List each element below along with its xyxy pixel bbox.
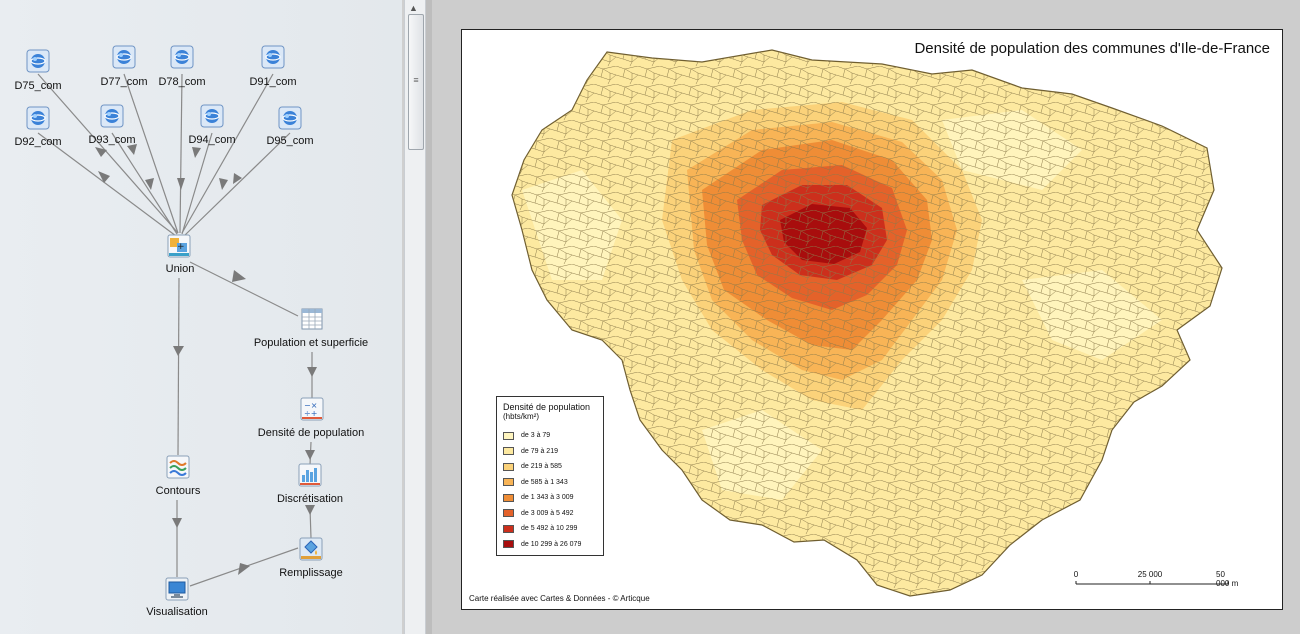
calculator-icon: −×÷+ bbox=[300, 397, 324, 421]
legend-label: de 585 à 1 343 bbox=[521, 478, 568, 486]
monitor-icon bbox=[165, 577, 189, 601]
densite-node[interactable]: −× ÷+ bbox=[300, 397, 324, 421]
scrollbar-thumb[interactable]: ≡ bbox=[408, 14, 424, 150]
legend-label: de 3 009 à 5 492 bbox=[521, 509, 574, 517]
legend-swatch bbox=[503, 447, 514, 456]
population-label: Population et superficie bbox=[253, 337, 369, 349]
legend-item: de 79 à 219 bbox=[503, 444, 597, 460]
d75-node[interactable] bbox=[26, 49, 50, 73]
map-legend: Densité de population (hbts/km²) de 3 à … bbox=[496, 396, 604, 556]
table-icon bbox=[301, 308, 323, 330]
discretisation-node[interactable] bbox=[298, 463, 322, 487]
legend-swatch bbox=[503, 431, 514, 440]
globe-database-icon bbox=[100, 104, 124, 128]
densite-label: Densité de population bbox=[257, 427, 365, 439]
legend-swatch bbox=[503, 462, 514, 471]
legend-item: de 3 009 à 5 492 bbox=[503, 506, 597, 522]
workflow-scrollbar[interactable]: ▲ ≡ bbox=[404, 0, 426, 634]
legend-swatch bbox=[503, 524, 514, 533]
svg-text:+: + bbox=[177, 242, 185, 252]
contours-icon bbox=[166, 455, 190, 479]
scale-bar: 0 25 000 50 000 m bbox=[1072, 570, 1252, 594]
svg-text:÷+: ÷+ bbox=[304, 409, 317, 418]
legend-label: de 1 343 à 3 009 bbox=[521, 494, 574, 502]
globe-database-icon bbox=[278, 106, 302, 130]
scroll-up-arrow-icon[interactable]: ▲ bbox=[409, 3, 418, 13]
d78-label: D78_com bbox=[158, 76, 206, 88]
contours-node[interactable] bbox=[166, 455, 190, 479]
d95-label: D95_com bbox=[266, 135, 314, 147]
link-d93-union bbox=[111, 132, 178, 235]
d93-label: D93_com bbox=[88, 134, 136, 146]
histogram-icon bbox=[298, 463, 322, 487]
remplissage-node[interactable] bbox=[299, 537, 323, 561]
commune-boundaries bbox=[512, 50, 1222, 596]
legend-item: de 1 343 à 3 009 bbox=[503, 490, 597, 506]
link-d92-union bbox=[37, 132, 177, 237]
legend-label: de 5 492 à 10 299 bbox=[521, 525, 578, 533]
d77-label: D77_com bbox=[100, 76, 148, 88]
legend-label: de 10 299 à 26 079 bbox=[521, 540, 582, 548]
d94-label: D94_com bbox=[188, 134, 236, 146]
paint-bucket-icon bbox=[299, 537, 323, 561]
workflow-panel: D75_com D77_com D78_com D91_com D92_com … bbox=[0, 0, 402, 634]
legend-item: de 585 à 1 343 bbox=[503, 475, 597, 491]
d94-node[interactable] bbox=[200, 104, 224, 128]
d77-node[interactable] bbox=[112, 45, 136, 69]
globe-database-icon bbox=[26, 49, 50, 73]
union-node[interactable]: + bbox=[167, 234, 191, 258]
legend-item: de 10 299 à 26 079 bbox=[503, 537, 597, 553]
link-union-population bbox=[189, 261, 299, 317]
visualisation-node[interactable] bbox=[165, 577, 189, 601]
population-node[interactable] bbox=[300, 307, 324, 331]
legend-swatch bbox=[503, 509, 514, 518]
legend-item: de 5 492 à 10 299 bbox=[503, 521, 597, 537]
globe-database-icon bbox=[170, 45, 194, 69]
legend-unit: (hbts/km²) bbox=[503, 412, 539, 421]
d91-label: D91_com bbox=[249, 76, 297, 88]
d92-label: D92_com bbox=[14, 136, 62, 148]
link-d78-union bbox=[179, 73, 183, 234]
legend-item: de 219 à 585 bbox=[503, 459, 597, 475]
d78-node[interactable] bbox=[170, 45, 194, 69]
remplissage-label: Remplissage bbox=[279, 567, 343, 579]
map-title: Densité de population des communes d'Ile… bbox=[914, 40, 1270, 57]
legend-swatch bbox=[503, 493, 514, 502]
map-frame: Densité de population des communes d'Ile… bbox=[461, 29, 1283, 610]
link-d75-union bbox=[37, 73, 179, 234]
map-credit: Carte réalisée avec Cartes & Données - ©… bbox=[469, 594, 650, 603]
legend-item: de 3 à 79 bbox=[503, 428, 597, 444]
workflow-connectors bbox=[37, 73, 317, 587]
d91-node[interactable] bbox=[261, 45, 285, 69]
legend-title: Densité de population bbox=[503, 402, 591, 412]
legend-swatch bbox=[503, 540, 514, 549]
globe-database-icon bbox=[261, 45, 285, 69]
discretisation-label: Discrétisation bbox=[276, 493, 344, 505]
union-label: Union bbox=[165, 263, 195, 275]
d95-node[interactable] bbox=[278, 106, 302, 130]
globe-database-icon bbox=[112, 45, 136, 69]
link-union-contours bbox=[177, 277, 180, 456]
contours-label: Contours bbox=[155, 485, 201, 497]
legend-label: de 79 à 219 bbox=[521, 447, 558, 455]
scrollbar-grip-icon: ≡ bbox=[413, 75, 419, 85]
d92-node[interactable] bbox=[26, 106, 50, 130]
d75-label: D75_com bbox=[14, 80, 62, 92]
legend-swatch bbox=[503, 478, 514, 487]
visualisation-label: Visualisation bbox=[146, 606, 208, 618]
globe-database-icon bbox=[26, 106, 50, 130]
link-d77-union bbox=[123, 73, 179, 234]
union-icon: + bbox=[167, 234, 191, 258]
d93-node[interactable] bbox=[100, 104, 124, 128]
legend-label: de 219 à 585 bbox=[521, 463, 562, 471]
scale-bar-line bbox=[1075, 581, 1229, 585]
legend-label: de 3 à 79 bbox=[521, 432, 551, 440]
globe-database-icon bbox=[200, 104, 224, 128]
